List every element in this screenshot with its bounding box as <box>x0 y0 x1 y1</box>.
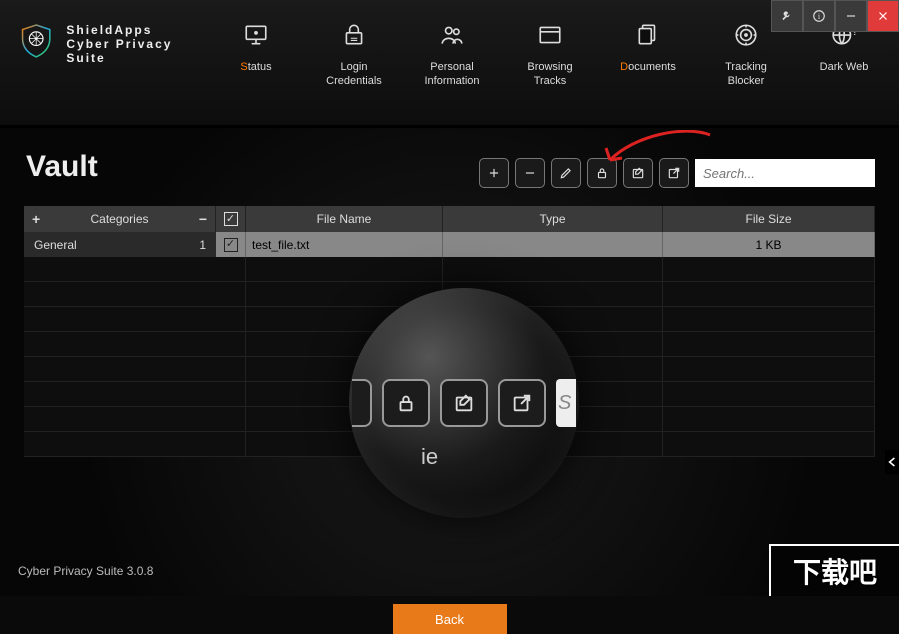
rename-icon <box>453 392 475 414</box>
file-row-size: 1 KB <box>663 232 875 257</box>
window-close-button[interactable] <box>867 0 899 32</box>
category-row[interactable]: General 1 <box>24 232 216 257</box>
pencil-icon <box>559 166 573 180</box>
external-icon <box>667 166 681 180</box>
nav-status[interactable]: Status <box>219 22 293 74</box>
magnifier-overlay: S ie <box>349 288 579 518</box>
people-icon <box>437 22 467 48</box>
nav-label: Status <box>240 60 271 74</box>
info-icon: i <box>812 9 826 23</box>
toolbar-remove-button[interactable] <box>515 158 545 188</box>
toolbar-rename-button[interactable] <box>623 158 653 188</box>
minus-icon <box>523 166 537 180</box>
lock-icon <box>395 392 417 414</box>
window-icon <box>535 22 565 48</box>
toolbar-lock-button[interactable] <box>587 158 617 188</box>
magnified-text-fragment: ie <box>421 444 438 470</box>
magnified-rename-button <box>440 379 488 427</box>
search-input[interactable] <box>695 159 875 187</box>
categories-header: Categories <box>90 212 148 226</box>
external-icon <box>511 392 533 414</box>
file-type-header[interactable]: Type <box>443 206 663 232</box>
expand-panel-button[interactable] <box>885 450 899 474</box>
window-info-button[interactable]: i <box>803 0 835 32</box>
source-watermark: 下载吧 <box>769 544 899 596</box>
minimize-icon <box>844 9 858 23</box>
close-icon <box>876 9 890 23</box>
shield-icon <box>18 22 54 66</box>
file-row-checkbox[interactable] <box>216 232 246 257</box>
file-row-name: test_file.txt <box>246 232 443 257</box>
magnified-lock-button <box>382 379 430 427</box>
window-minimize-button[interactable] <box>835 0 867 32</box>
nav-documents[interactable]: Documents <box>611 22 685 74</box>
category-remove-button[interactable]: − <box>199 211 207 227</box>
chevron-left-icon <box>888 457 896 467</box>
toolbar-add-button[interactable] <box>479 158 509 188</box>
nav-personal-information[interactable]: Personal Information <box>415 22 489 89</box>
nav-label: Login Credentials <box>317 60 391 89</box>
nav-label: Documents <box>620 60 676 74</box>
svg-text:i: i <box>818 12 821 21</box>
nav-label: Dark Web <box>820 60 869 74</box>
magnified-search-fragment: S <box>556 379 576 427</box>
magnified-button-fragment <box>352 379 372 427</box>
lock-icon <box>595 166 609 180</box>
magnified-external-button <box>498 379 546 427</box>
category-name: General <box>34 238 77 252</box>
nav-label: Personal Information <box>415 60 489 89</box>
category-add-button[interactable]: + <box>32 211 40 227</box>
file-row[interactable]: test_file.txt 1 KB <box>216 232 875 257</box>
window-settings-button[interactable] <box>771 0 803 32</box>
brand-logo: ShieldApps Cyber Privacy Suite <box>18 22 191 66</box>
toolbar-edit-button[interactable] <box>551 158 581 188</box>
radar-icon <box>731 22 761 48</box>
nav-label: Browsing Tracks <box>513 60 587 89</box>
nav-login-credentials[interactable]: Login Credentials <box>317 22 391 89</box>
brand-name-top: ShieldApps <box>66 23 191 37</box>
toolbar-open-external-button[interactable] <box>659 158 689 188</box>
plus-icon <box>487 166 501 180</box>
file-size-header[interactable]: File Size <box>663 206 875 232</box>
wrench-icon <box>780 9 794 23</box>
monitor-icon <box>241 22 271 48</box>
documents-icon <box>633 22 663 48</box>
brand-name-bottom: Cyber Privacy Suite <box>66 37 191 65</box>
padlock-icon <box>339 22 369 48</box>
rename-icon <box>631 166 645 180</box>
nav-browsing-tracks[interactable]: Browsing Tracks <box>513 22 587 89</box>
nav-label: Tracking Blocker <box>709 60 783 89</box>
file-select-all-checkbox[interactable] <box>216 206 246 232</box>
file-name-header[interactable]: File Name <box>246 206 443 232</box>
category-count: 1 <box>199 238 206 252</box>
file-row-type <box>443 232 663 257</box>
app-version-footer: Cyber Privacy Suite 3.0.8 <box>18 564 153 578</box>
back-button[interactable]: Back <box>393 604 507 634</box>
